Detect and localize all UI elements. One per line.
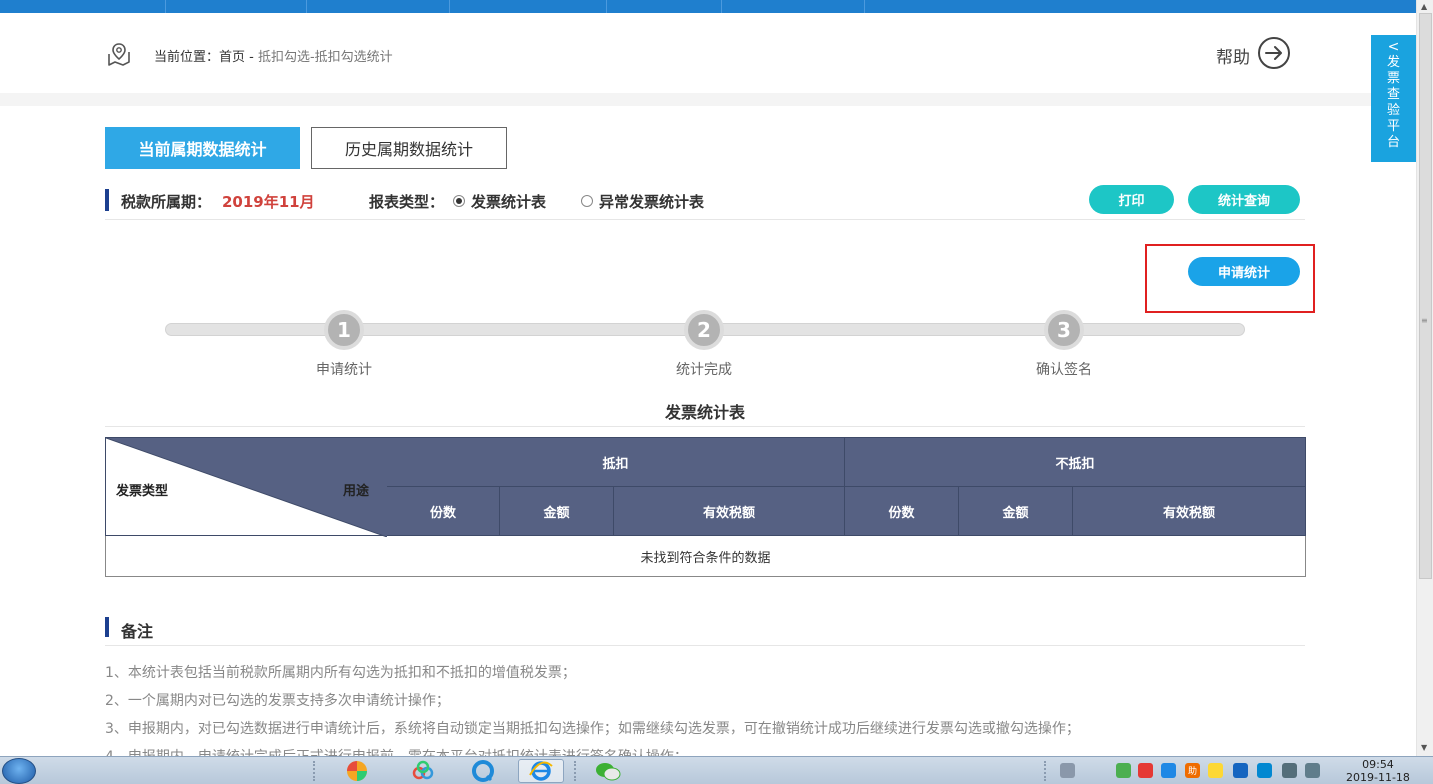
corner-invoice-type-label: 发票类型 [116,484,169,499]
taskbar-app-icon[interactable] [460,759,506,783]
taskbar-grip [313,761,318,781]
taskbar-app-ie-active[interactable] [518,759,564,783]
nav-separator [721,0,722,13]
tab-current-period[interactable]: 当前属期数据统计 [105,127,300,169]
stats-query-button[interactable]: 统计查询 [1188,185,1300,214]
step-2-circle: 2 [684,310,724,350]
radio-abnormal-invoice-stats[interactable] [581,195,593,207]
side-tab-char: 平 [1386,119,1400,134]
tray-security-icon[interactable] [1257,763,1272,778]
taskbar-grip [1044,761,1049,781]
scroll-up-icon[interactable]: ▲ [1421,2,1427,11]
help-label[interactable]: 帮助 [1216,43,1250,68]
internet-explorer-icon [529,761,553,781]
apply-stats-button[interactable]: 申请统计 [1188,257,1300,286]
nav-separator [449,0,450,13]
step-1-circle: 1 [324,310,364,350]
clock-date: 2019-11-18 [1346,771,1410,784]
taskbar-app-icon[interactable] [400,759,446,783]
breadcrumb-bar: 当前位置：首页 - 抵扣勾选-抵扣勾选统计 帮助 [0,13,1416,93]
taskbar-grip [574,761,579,781]
report-type-label: 报表类型： [369,193,445,211]
table-corner-header: 发票类型 用途 [105,437,387,537]
colorful-ball-icon [347,761,367,781]
radio-abnormal-invoice-stats-label[interactable]: 异常发票统计表 [599,191,704,212]
tab-history-period[interactable]: 历史属期数据统计 [311,127,507,169]
tray-antivirus-icon[interactable] [1138,763,1153,778]
nav-separator [606,0,607,13]
browser-circle-icon [472,760,494,782]
note-item: 1、本统计表包括当前税款所属期内所有勾选为抵扣和不抵扣的增值税发票； [105,665,576,681]
cloud-app-icon [412,760,434,780]
tray-plus-icon[interactable] [1208,763,1223,778]
notes-title: 备注 [121,622,154,641]
breadcrumb: 当前位置：首页 - 抵扣勾选-抵扣勾选统计 [154,46,393,65]
scrollbar-thumb[interactable] [1419,13,1432,579]
side-tab-char: 验 [1386,103,1400,118]
os-taskbar: 助 09:54 2019-11-18 [0,756,1433,784]
tray-cert-icon[interactable] [1233,763,1248,778]
step-3-circle: 3 [1044,310,1084,350]
taskbar-clock[interactable]: 09:54 2019-11-18 [1346,758,1410,784]
divider [105,426,1305,427]
nav-separator [864,0,865,13]
side-tab-char: 台 [1386,135,1400,150]
radio-invoice-stats[interactable] [453,195,465,207]
note-item: 2、一个属期内对已勾选的发票支持多次申请统计操作； [105,693,450,709]
col-header-amount: 金额 [499,486,614,536]
taskbar-app-icon[interactable] [334,759,380,783]
breadcrumb-prefix[interactable]: 当前位置：首页 - [154,50,258,65]
section-marker [105,617,109,637]
note-item: 3、申报期内，对已勾选数据进行申请统计后，系统将自动锁定当期抵扣勾选操作；如需继… [105,721,1080,737]
tray-helper-icon[interactable]: 助 [1185,763,1200,778]
network-icon[interactable] [1282,763,1297,778]
step-3-label: 确认签名 [1036,362,1092,378]
taskbar-app-icon[interactable] [585,759,631,783]
col-header-count: 份数 [386,486,500,536]
side-tab-char: 查 [1386,87,1400,102]
divider [105,645,1305,646]
side-tab-char: 发 [1386,55,1400,70]
nav-separator [306,0,307,13]
col-header-count: 份数 [844,486,960,536]
print-button[interactable]: 打印 [1089,185,1174,214]
top-nav-bar [0,0,1416,13]
group-header-deduct: 抵扣 [385,437,846,487]
keyboard-icon[interactable] [1060,763,1075,778]
tray-badge-text: 助 [1187,767,1197,777]
arrow-right-circle-icon[interactable] [1257,36,1291,70]
col-header-tax: 有效税额 [612,486,846,536]
table-title: 发票统计表 [664,403,745,422]
side-tab-char: 票 [1386,71,1400,86]
wechat-icon [596,763,621,781]
invoice-stats-table: 发票类型 用途 抵扣 不抵扣 份数 金额 有效税额 份数 金额 有效税额 未找到… [104,437,1307,577]
step-2-label: 统计完成 [676,362,732,378]
location-icon [108,43,130,66]
tray-app-icon[interactable] [1161,763,1176,778]
scroll-down-icon[interactable]: ▼ [1421,743,1427,752]
chevron-left-icon: < [1387,39,1400,55]
volume-icon[interactable] [1305,763,1320,778]
header-divider [0,93,1416,106]
invoice-check-side-tab[interactable]: < 发 票 查 验 平 台 [1371,35,1416,162]
breadcrumb-current: 抵扣勾选-抵扣勾选统计 [257,50,393,65]
corner-use-label: 用途 [342,484,369,499]
vertical-scrollbar[interactable]: ▲ ≡ ▼ [1416,0,1433,756]
windows-start-icon[interactable] [2,758,36,784]
clock-time: 09:54 [1362,758,1394,771]
divider [105,219,1305,220]
col-header-tax: 有效税额 [1072,486,1307,536]
nav-separator [165,0,166,13]
radio-invoice-stats-label[interactable]: 发票统计表 [471,191,546,212]
col-header-amount: 金额 [958,486,1074,536]
group-header-nondeduct: 不抵扣 [844,437,1307,487]
empty-table-message: 未找到符合条件的数据 [104,535,1307,577]
step-1-label: 申请统计 [316,362,372,378]
period-value: 2019年11月 [222,193,315,211]
section-marker [105,189,109,211]
scroll-grip-icon: ≡ [1421,316,1428,325]
tray-shield-icon[interactable] [1116,763,1131,778]
period-label: 税款所属期： [121,193,212,211]
